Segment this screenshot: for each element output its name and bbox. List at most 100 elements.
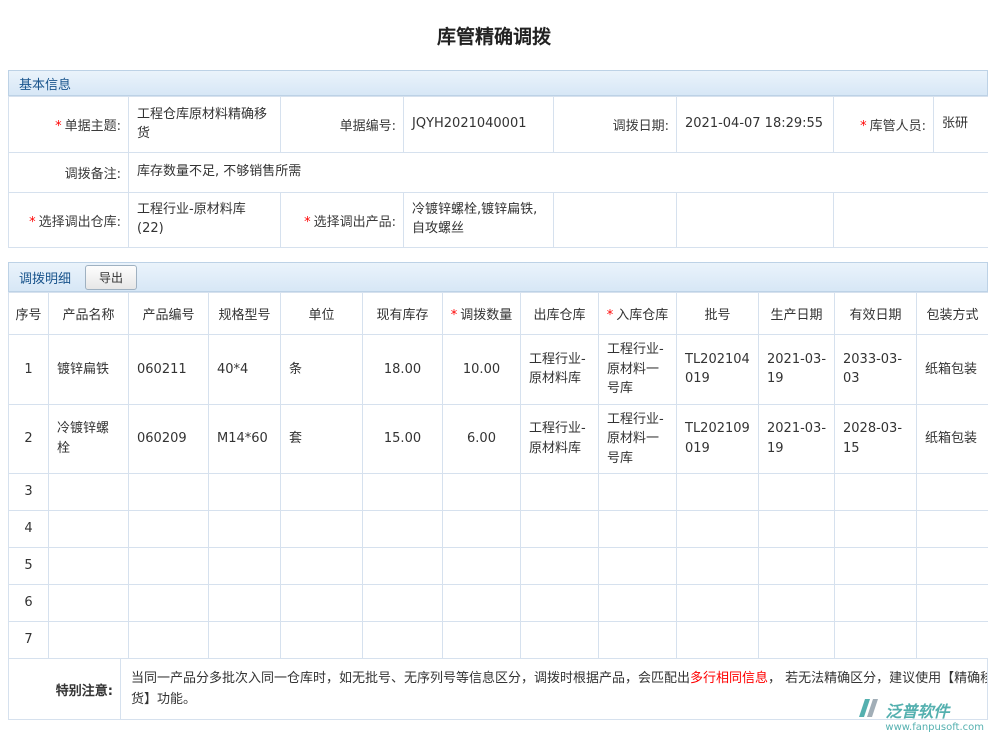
notice-highlight: 多行相同信息 <box>690 671 768 686</box>
keeper-value: 张研 <box>934 97 988 153</box>
empty-cell <box>521 622 599 659</box>
watermark-url: www.fanpusoft.com <box>885 722 984 733</box>
empty-cell <box>834 193 988 248</box>
cell-in-warehouse: 工程行业-原材料一号库 <box>599 335 677 405</box>
basic-info-form: *单据主题: 工程仓库原材料精确移货 单据编号: JQYH2021040001 … <box>8 96 988 248</box>
out-warehouse-label: *选择调出仓库: <box>9 193 129 248</box>
cell-out-warehouse: 工程行业-原材料库 <box>521 335 599 405</box>
empty-cell <box>677 548 759 585</box>
empty-cell <box>129 474 209 511</box>
cell-seq: 1 <box>9 335 49 405</box>
empty-cell <box>521 548 599 585</box>
cell-unit: 条 <box>281 335 363 405</box>
empty-cell <box>49 548 129 585</box>
cell-product-name: 镀锌扁铁 <box>49 335 129 405</box>
required-marker: * <box>607 308 614 323</box>
empty-cell <box>363 548 443 585</box>
table-row: 2 冷镀锌螺栓 060209 M14*60 套 15.00 6.00 工程行业-… <box>9 404 988 474</box>
empty-cell <box>599 585 677 622</box>
empty-cell <box>443 511 521 548</box>
header-out-warehouse: 出库仓库 <box>521 293 599 335</box>
empty-cell <box>599 474 677 511</box>
empty-cell <box>281 585 363 622</box>
header-in-warehouse: *入库仓库 <box>599 293 677 335</box>
doc-number-value: JQYH2021040001 <box>404 97 554 153</box>
table-row: 4 <box>9 511 988 548</box>
empty-cell <box>835 474 917 511</box>
basic-info-section-bar: 基本信息 <box>8 70 988 96</box>
empty-cell <box>759 474 835 511</box>
empty-cell <box>443 548 521 585</box>
empty-cell <box>129 622 209 659</box>
export-button[interactable]: 导出 <box>85 265 137 290</box>
detail-table: 序号 产品名称 产品编号 规格型号 单位 现有库存 *调拨数量 出库仓库 *入库… <box>8 292 988 659</box>
empty-cell <box>835 548 917 585</box>
empty-cell <box>917 585 988 622</box>
remark-label: 调拨备注: <box>9 153 129 193</box>
empty-cell <box>443 474 521 511</box>
required-marker: * <box>860 119 867 134</box>
empty-cell <box>599 548 677 585</box>
cell-seq: 4 <box>9 511 49 548</box>
empty-cell <box>759 585 835 622</box>
cell-current-stock: 18.00 <box>363 335 443 405</box>
cell-out-warehouse: 工程行业-原材料库 <box>521 404 599 474</box>
cell-production-date: 2021-03-19 <box>759 404 835 474</box>
empty-cell <box>209 622 281 659</box>
empty-cell <box>209 474 281 511</box>
subject-label: *单据主题: <box>9 97 129 153</box>
empty-cell <box>835 622 917 659</box>
empty-cell <box>209 548 281 585</box>
empty-cell <box>49 511 129 548</box>
remark-value: 库存数量不足, 不够销售所需 <box>129 153 988 193</box>
empty-cell <box>49 474 129 511</box>
cell-product-name: 冷镀锌螺栓 <box>49 404 129 474</box>
notice-text-part1: 当同一产品分多批次入同一仓库时，如无批号、无序列号等信息区分，调拨时根据产品，会… <box>131 671 690 686</box>
empty-cell <box>49 585 129 622</box>
cell-batch-no: TL202109019 <box>677 404 759 474</box>
page-title: 库管精确调拨 <box>437 22 551 49</box>
table-row: 1 镀锌扁铁 060211 40*4 条 18.00 10.00 工程行业-原材… <box>9 335 988 405</box>
empty-cell <box>521 585 599 622</box>
empty-cell <box>677 474 759 511</box>
empty-cell <box>363 622 443 659</box>
empty-cell <box>281 622 363 659</box>
cell-expiry-date: 2028-03-15 <box>835 404 917 474</box>
empty-cell <box>49 622 129 659</box>
notice-text-part2: ， 若无法精确区分，建议使用【精确移 <box>768 671 987 686</box>
detail-header-row: 序号 产品名称 产品编号 规格型号 单位 现有库存 *调拨数量 出库仓库 *入库… <box>9 293 988 335</box>
cell-unit: 套 <box>281 404 363 474</box>
cell-seq: 5 <box>9 548 49 585</box>
header-transfer-qty: *调拨数量 <box>443 293 521 335</box>
required-marker: * <box>304 215 311 230</box>
empty-cell <box>917 622 988 659</box>
empty-cell <box>917 474 988 511</box>
header-expiry-date: 有效日期 <box>835 293 917 335</box>
table-row: 6 <box>9 585 988 622</box>
empty-cell <box>759 511 835 548</box>
empty-cell <box>677 622 759 659</box>
empty-cell <box>281 474 363 511</box>
empty-cell <box>129 548 209 585</box>
notice-line-1: 当同一产品分多批次入同一仓库时，如无批号、无序列号等信息区分，调拨时根据产品，会… <box>131 669 987 690</box>
form-row-remark: 调拨备注: 库存数量不足, 不够销售所需 <box>9 153 988 193</box>
empty-cell <box>209 585 281 622</box>
cell-spec-model: 40*4 <box>209 335 281 405</box>
form-row-subject: *单据主题: 工程仓库原材料精确移货 单据编号: JQYH2021040001 … <box>9 97 988 153</box>
cell-packaging: 纸箱包装 <box>917 404 988 474</box>
empty-cell <box>129 511 209 548</box>
empty-cell <box>554 193 677 248</box>
out-warehouse-value: 工程行业-原材料库(22) <box>129 193 281 248</box>
empty-cell <box>835 585 917 622</box>
basic-info-section-title: 基本信息 <box>19 74 71 93</box>
required-marker: * <box>55 119 62 134</box>
cell-product-code: 060211 <box>129 335 209 405</box>
cell-product-code: 060209 <box>129 404 209 474</box>
empty-cell <box>363 474 443 511</box>
empty-cell <box>209 511 281 548</box>
keeper-label: *库管人员: <box>834 97 934 153</box>
cell-in-warehouse: 工程行业-原材料一号库 <box>599 404 677 474</box>
empty-cell <box>677 511 759 548</box>
header-unit: 单位 <box>281 293 363 335</box>
empty-cell <box>443 585 521 622</box>
